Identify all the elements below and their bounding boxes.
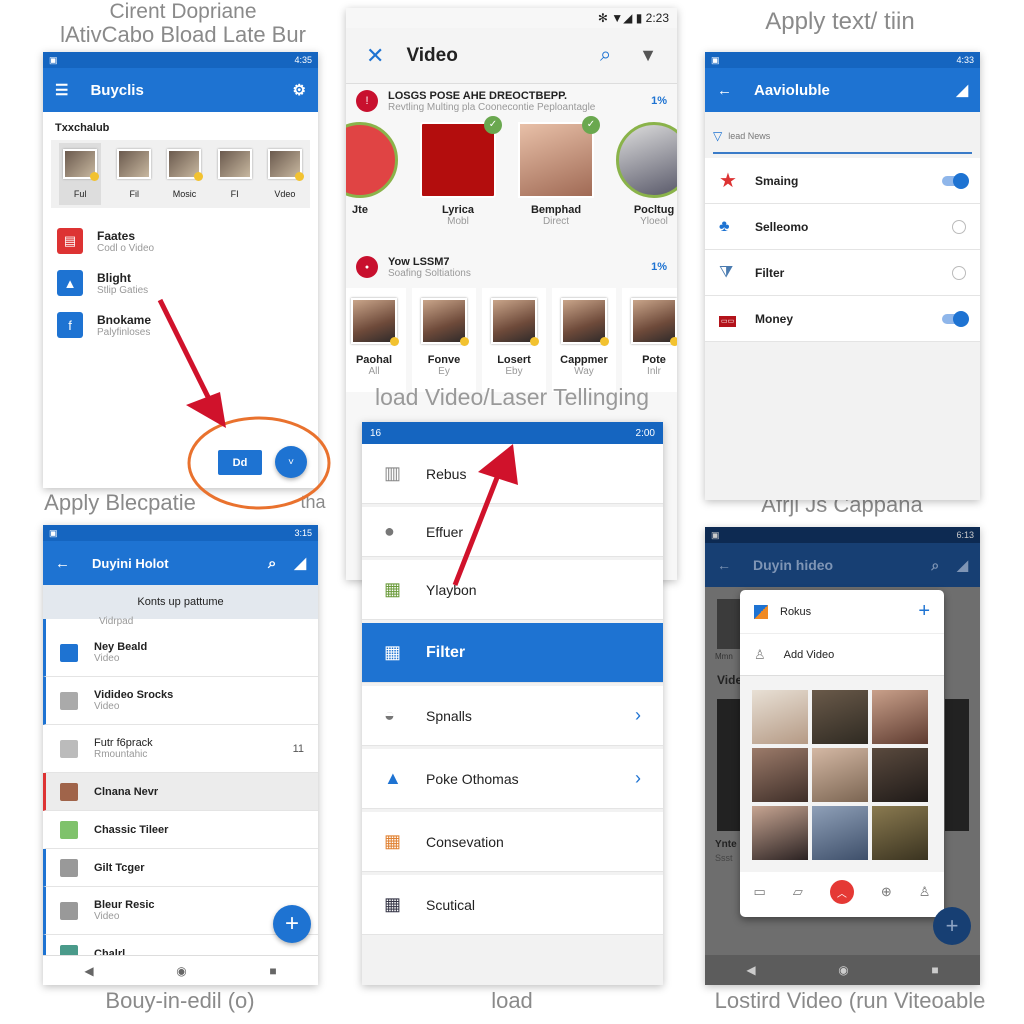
arrow-line xyxy=(157,298,215,407)
arrow-line xyxy=(452,469,503,586)
arrow-head xyxy=(186,392,226,428)
highlight-ellipse xyxy=(187,416,331,510)
annotation-layer xyxy=(157,298,518,586)
